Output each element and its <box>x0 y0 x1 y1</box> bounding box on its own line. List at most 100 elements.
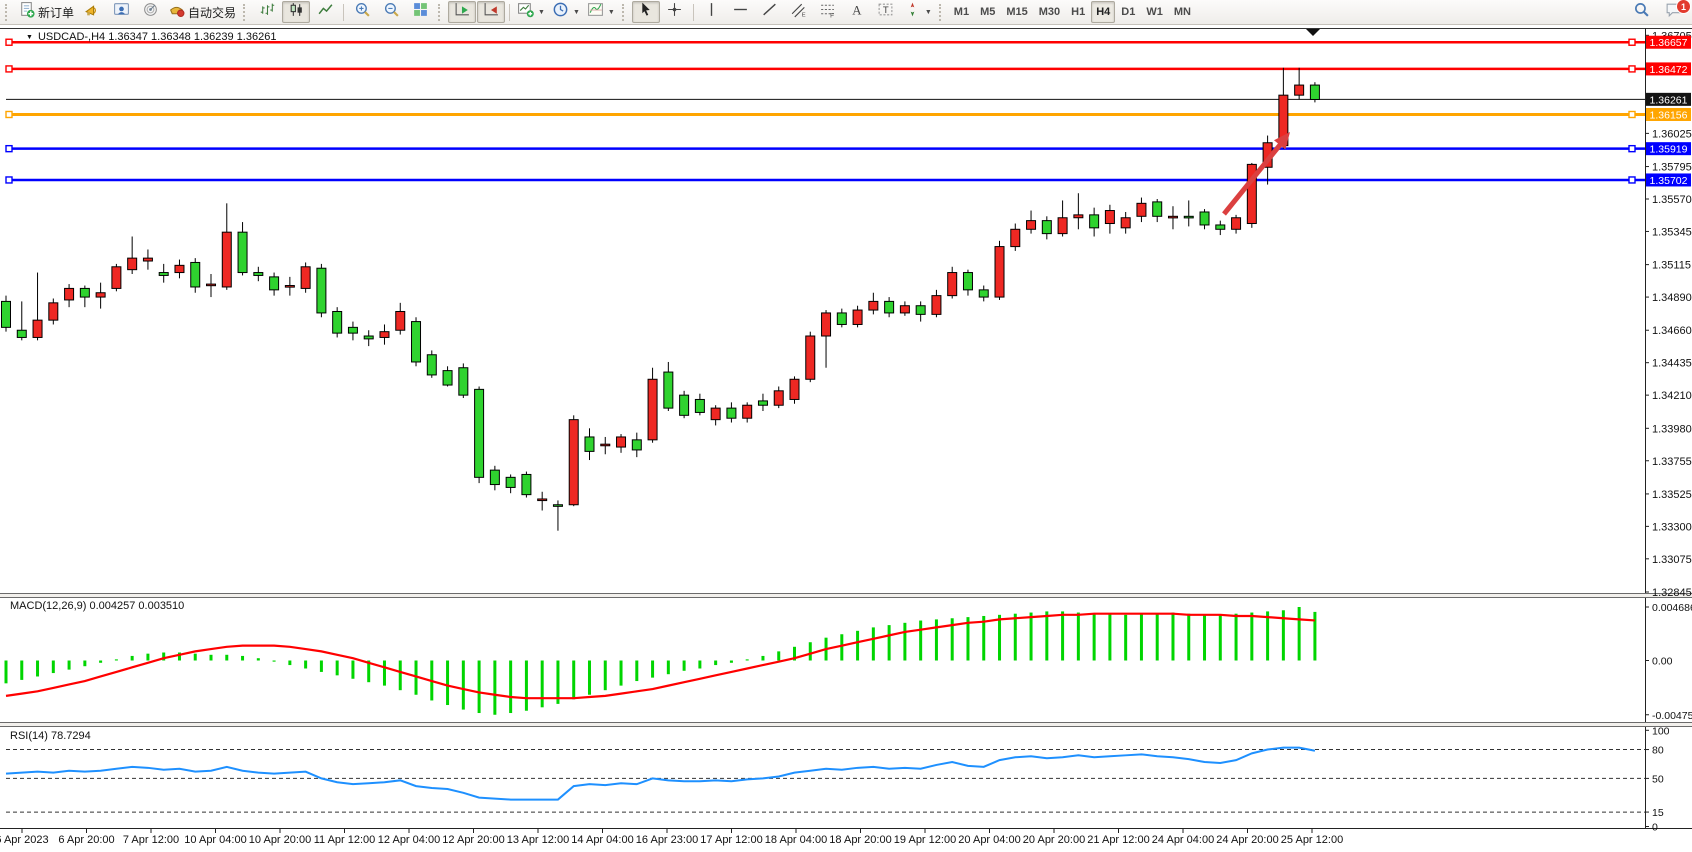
indicators-button[interactable]: ▼ <box>584 1 618 23</box>
date-tick-label[interactable]: 21 Apr 12:00 <box>1087 834 1149 846</box>
terminal-button[interactable] <box>107 1 135 23</box>
arrows-button[interactable]: ▼ <box>901 1 935 23</box>
doc-plus-icon <box>18 1 35 23</box>
crosshair-button[interactable] <box>661 1 689 23</box>
macd-histogram-bar <box>1250 613 1253 661</box>
date-tick-label[interactable]: 10 Apr 04:00 <box>184 834 246 846</box>
timeframe-button-d1[interactable]: D1 <box>1116 1 1140 23</box>
timeframe-button-m30[interactable]: M30 <box>1034 1 1065 23</box>
price-tick-label: 1.34660 <box>1652 325 1692 337</box>
toolbar-grip[interactable] <box>438 4 443 21</box>
date-tick-label[interactable]: 12 Apr 20:00 <box>442 834 504 846</box>
timeframe-button-w1[interactable]: W1 <box>1141 1 1168 23</box>
timeframe-button-m1[interactable]: M1 <box>949 1 974 23</box>
line-chart-button[interactable] <box>311 1 339 23</box>
date-tick-label[interactable]: 13 Apr 12:00 <box>507 834 569 846</box>
date-tick-label[interactable]: 24 Apr 04:00 <box>1152 834 1214 846</box>
auto-scroll-button[interactable] <box>448 1 476 23</box>
line-handle[interactable] <box>1629 146 1635 152</box>
date-tick-label[interactable]: 10 Apr 20:00 <box>249 834 311 846</box>
timeframe-button-m15[interactable]: M15 <box>1001 1 1032 23</box>
toolbar-grip[interactable] <box>5 4 10 21</box>
date-tick-label[interactable]: 18 Apr 04:00 <box>765 834 827 846</box>
date-tick-label[interactable]: 11 Apr 12:00 <box>314 834 376 846</box>
chart-canvas[interactable]: 1.367051.360251.357951.355701.353451.351… <box>0 24 1692 852</box>
news-button[interactable] <box>78 1 106 23</box>
toolbar-grip[interactable] <box>622 4 627 21</box>
candle <box>143 258 152 261</box>
date-tick-label[interactable]: 14 Apr 04:00 <box>571 834 633 846</box>
rsi-tick-label: 50 <box>1652 773 1664 785</box>
line-handle[interactable] <box>1629 39 1635 45</box>
profiles-button[interactable]: ▼ <box>549 1 583 23</box>
line-handle[interactable] <box>6 66 12 72</box>
date-tick-label[interactable]: 16 Apr 23:00 <box>636 834 698 846</box>
chevron-down-icon[interactable]: ▼ <box>608 9 615 16</box>
macd-histogram-bar <box>1235 614 1238 661</box>
label-button[interactable]: T <box>872 1 900 23</box>
date-tick-label[interactable]: 20 Apr 20:00 <box>1023 834 1085 846</box>
chartshift-icon <box>483 1 500 23</box>
macd-histogram-bar <box>525 661 528 711</box>
new-order-button[interactable]: 新订单 <box>15 1 77 23</box>
zoom-in-button[interactable] <box>348 1 376 23</box>
horizontal-line-button[interactable] <box>727 1 755 23</box>
date-tick-label[interactable]: 18 Apr 20:00 <box>829 834 891 846</box>
candle <box>1184 216 1193 218</box>
panel-splitter[interactable] <box>0 594 1692 598</box>
price-tick-label: 1.35115 <box>1652 260 1691 272</box>
macd-histogram-bar <box>809 642 812 660</box>
channel-button[interactable]: E <box>785 1 813 23</box>
line-handle[interactable] <box>6 177 12 183</box>
timeframe-button-h1[interactable]: H1 <box>1066 1 1090 23</box>
macd-histogram-bar <box>478 661 481 714</box>
date-tick-label[interactable]: 6 Apr 20:00 <box>58 834 114 846</box>
tile-windows-button[interactable] <box>406 1 434 23</box>
zoom-out-button[interactable] <box>377 1 405 23</box>
date-tick-label[interactable]: 12 Apr 04:00 <box>378 834 440 846</box>
arrows-icon <box>904 1 921 23</box>
panel-splitter[interactable] <box>0 723 1692 727</box>
timeframe-button-m5[interactable]: M5 <box>975 1 1000 23</box>
timeframe-button-h4[interactable]: H4 <box>1091 1 1115 23</box>
text-button[interactable]: A <box>843 1 871 23</box>
line-handle[interactable] <box>6 39 12 45</box>
search-button[interactable] <box>1627 1 1655 23</box>
line-handle[interactable] <box>1629 177 1635 183</box>
chart-shift-button[interactable] <box>477 1 505 23</box>
bar-chart-button[interactable] <box>253 1 281 23</box>
candlestick-chart-button[interactable] <box>282 1 310 23</box>
toolbar-grip[interactable] <box>243 4 248 21</box>
date-tick-label[interactable]: 25 Apr 12:00 <box>1281 834 1343 846</box>
cursor-button[interactable] <box>632 1 660 23</box>
date-tick-label[interactable]: 20 Apr 04:00 <box>958 834 1020 846</box>
line-handle[interactable] <box>1629 66 1635 72</box>
signals-button[interactable] <box>136 1 164 23</box>
date-tick-label[interactable]: 19 Apr 12:00 <box>894 834 956 846</box>
new-chart-button[interactable]: ▼ <box>514 1 548 23</box>
toolbar-right-group: 1 <box>1627 1 1687 23</box>
candle <box>333 311 342 333</box>
chevron-down-icon[interactable]: ▼ <box>538 9 545 16</box>
svg-text:F: F <box>831 12 835 18</box>
auto-trading-button[interactable]: 自动交易 <box>165 1 239 23</box>
line-handle[interactable] <box>6 146 12 152</box>
price-badge-label: 1.35702 <box>1650 175 1688 187</box>
date-tick-label[interactable]: 17 Apr 12:00 <box>700 834 762 846</box>
line-handle[interactable] <box>1629 111 1635 117</box>
chat-button[interactable]: 1 <box>1659 1 1687 23</box>
vertical-line-button[interactable] <box>698 1 726 23</box>
date-tick-label[interactable]: 6 Apr 2023 <box>0 834 49 846</box>
line-handle[interactable] <box>6 111 12 117</box>
date-tick-label[interactable]: 24 Apr 20:00 <box>1216 834 1278 846</box>
chevron-down-icon[interactable]: ▼ <box>573 9 580 16</box>
date-tick-label[interactable]: 7 Apr 12:00 <box>123 834 179 846</box>
trendline-button[interactable] <box>756 1 784 23</box>
chevron-down-icon[interactable]: ▼ <box>925 9 932 16</box>
chart-window[interactable]: 1.367051.360251.357951.355701.353451.351… <box>0 24 1692 852</box>
fibonacci-button[interactable]: F <box>814 1 842 23</box>
macd-histogram-bar <box>210 655 213 661</box>
toolbar-grip[interactable] <box>939 4 944 21</box>
candle <box>364 336 373 339</box>
timeframe-button-mn[interactable]: MN <box>1169 1 1196 23</box>
